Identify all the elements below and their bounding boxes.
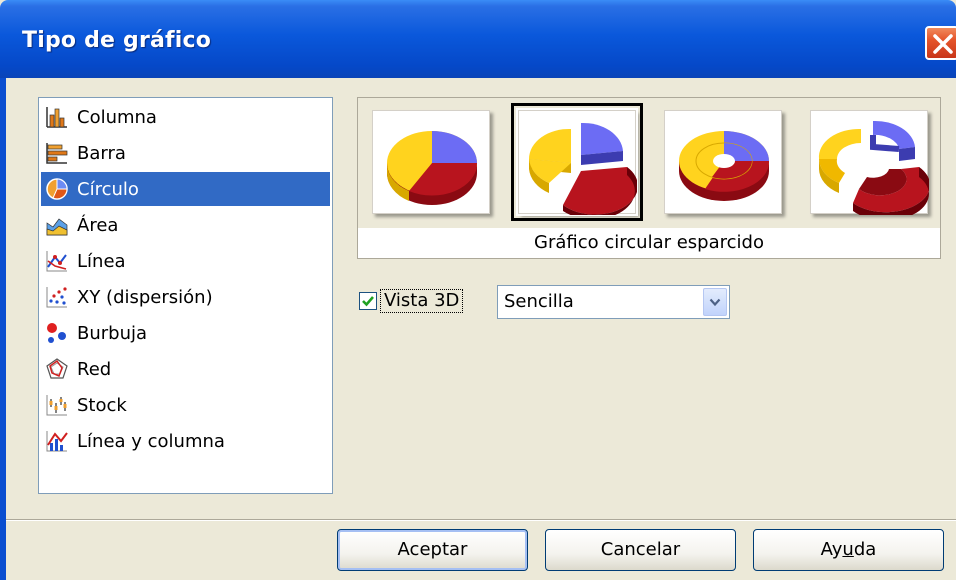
window-title: Tipo de gráfico	[22, 28, 212, 53]
variant-pie-3d[interactable]	[372, 110, 490, 214]
chart-type-label: Línea y columna	[77, 430, 225, 452]
window-border	[0, 78, 6, 580]
chart-type-label: Burbuja	[77, 322, 148, 344]
chart-type-item-columna[interactable]: Columna	[41, 100, 330, 134]
chart-variant-gallery: Gráfico circular esparcido	[357, 97, 941, 259]
exploded-pie-3d-icon	[528, 122, 637, 215]
chart-type-item-xy[interactable]: XY (dispersión)	[41, 280, 330, 314]
scatter-chart-icon	[46, 287, 67, 308]
chart-type-label: Barra	[77, 142, 126, 164]
pie-chart-icon	[46, 178, 68, 200]
cancel-button[interactable]: Cancelar	[545, 529, 736, 571]
button-separator	[6, 519, 956, 521]
chart-type-item-stock[interactable]: Stock	[41, 388, 330, 422]
variant-caption: Gráfico circular esparcido	[534, 232, 764, 253]
help-label-suffix: da	[853, 539, 877, 560]
chart-type-item-red[interactable]: Red	[41, 352, 330, 386]
title-bar: Tipo de gráfico	[0, 0, 956, 78]
variant-exploded-pie-3d[interactable]	[511, 103, 643, 221]
column-chart-icon	[46, 107, 67, 128]
view-3d-label[interactable]: Vista 3D	[380, 289, 464, 313]
pie-3d-icon	[386, 131, 478, 205]
close-button[interactable]	[925, 26, 956, 60]
net-chart-icon	[46, 358, 68, 379]
shape-select[interactable]: Sencilla	[497, 285, 730, 319]
exploded-donut-3d-icon	[818, 120, 929, 215]
chart-type-label: Círculo	[77, 178, 139, 200]
chart-type-item-linea-columna[interactable]: Línea y columna	[41, 424, 330, 458]
help-button[interactable]: Ayuda	[753, 529, 944, 571]
shape-select-value: Sencilla	[504, 291, 574, 312]
help-label-accel: u	[842, 539, 854, 560]
chart-type-label: XY (dispersión)	[77, 286, 213, 308]
ok-button[interactable]: Aceptar	[337, 529, 528, 571]
chart-type-item-linea[interactable]: Línea	[41, 244, 330, 278]
chart-type-label: Línea	[77, 250, 126, 272]
close-icon	[933, 34, 953, 54]
bubble-chart-icon	[47, 323, 66, 343]
variant-panel	[358, 98, 940, 228]
stock-chart-icon	[46, 395, 67, 416]
chart-type-label: Red	[77, 358, 112, 380]
line-chart-icon	[46, 251, 67, 272]
chart-type-item-barra[interactable]: Barra	[41, 136, 330, 170]
chart-type-item-area[interactable]: Área	[41, 208, 330, 242]
variant-exploded-donut-3d[interactable]	[810, 110, 929, 215]
chart-type-item-burbuja[interactable]: Burbuja	[41, 316, 330, 350]
view-3d-checkbox[interactable]	[359, 292, 377, 310]
dropdown-button[interactable]	[703, 288, 727, 316]
chart-type-list[interactable]: Columna Barra Círculo Área Línea XY (dis…	[38, 97, 333, 494]
help-label-prefix: Ay	[820, 539, 843, 560]
area-chart-icon	[46, 218, 68, 236]
chart-type-item-circulo[interactable]: Círculo	[41, 172, 330, 206]
chart-type-label: Área	[77, 214, 119, 236]
line-column-chart-icon	[46, 431, 68, 452]
chevron-down-icon	[709, 298, 721, 307]
view-3d-checkbox-group[interactable]: Vista 3D	[359, 288, 464, 314]
donut-3d-icon	[679, 131, 770, 201]
chart-type-label: Columna	[77, 106, 157, 128]
bar-chart-icon	[46, 143, 68, 164]
chart-type-label: Stock	[77, 394, 127, 416]
checkmark-icon	[362, 296, 374, 307]
variant-donut-3d[interactable]	[664, 110, 782, 214]
